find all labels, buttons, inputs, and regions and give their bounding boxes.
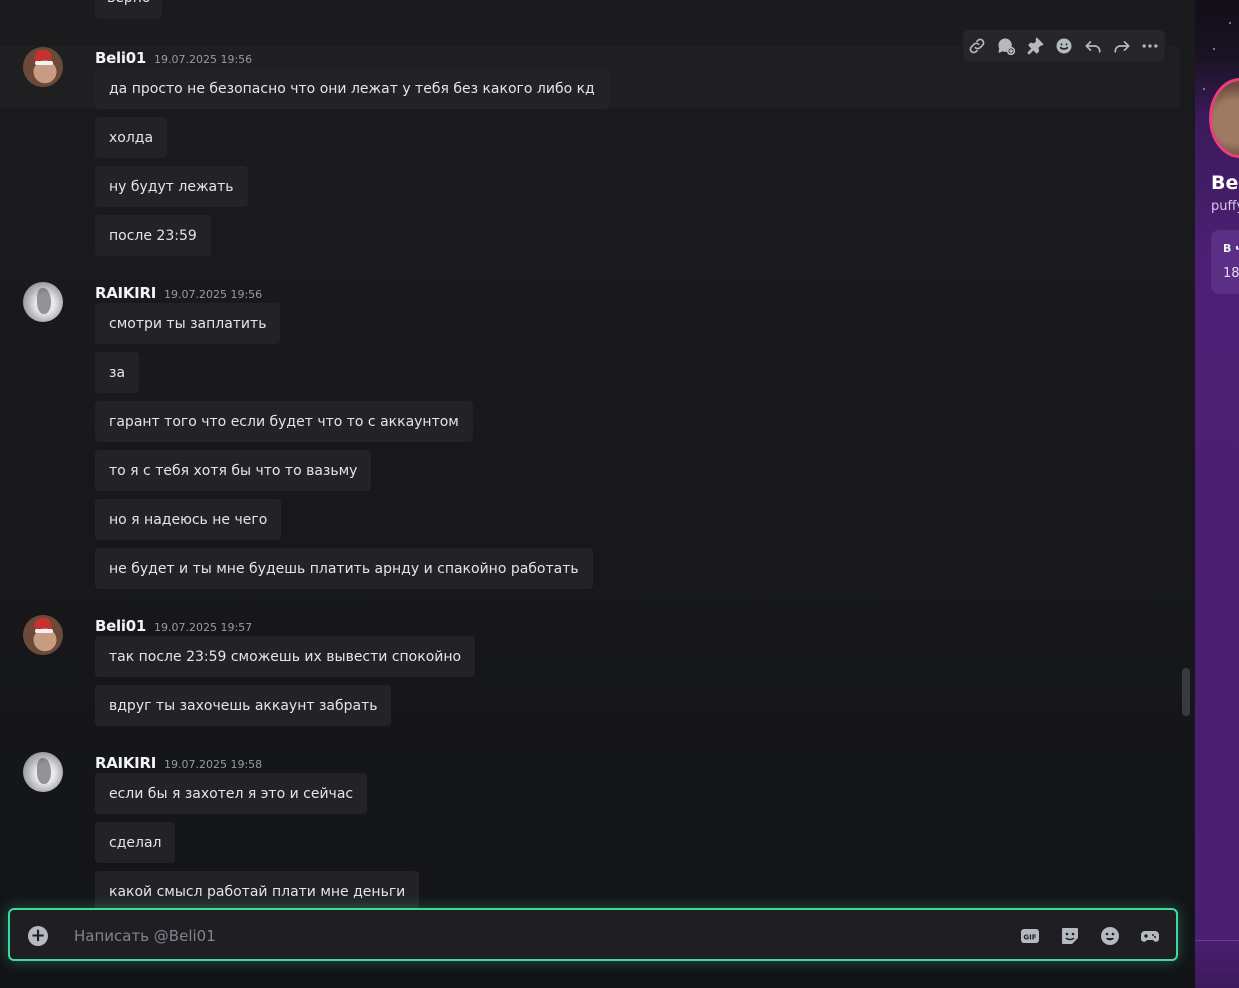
message-actions-toolbar <box>963 30 1165 62</box>
username[interactable]: RAIKIRI <box>95 284 156 302</box>
message-bubble: сделал <box>95 822 176 863</box>
message-bubble: смотри ты заплатить <box>95 303 281 344</box>
thread-icon[interactable] <box>994 34 1018 58</box>
message-bubble: если бы я захотел я это и сейчас <box>95 773 368 814</box>
emoji-icon[interactable] <box>1052 34 1076 58</box>
divider <box>1195 940 1239 941</box>
partial-message: верно <box>95 0 163 19</box>
profile-sidebar: Bel puffy В ч 18 <box>1195 0 1239 988</box>
message-bubble: после 23:59 <box>95 215 211 256</box>
message-bubble: да просто не безопасно что они лежат у т… <box>95 68 609 109</box>
add-attachment-icon[interactable]: + <box>28 926 48 946</box>
card-value: 18 <box>1223 266 1239 281</box>
pin-icon[interactable] <box>1023 34 1047 58</box>
link-icon[interactable] <box>965 34 989 58</box>
scrollbar-thumb[interactable] <box>1182 668 1190 716</box>
apps-icon[interactable] <box>1140 926 1160 946</box>
message-bubble: вдруг ты захочешь аккаунт забрать <box>95 685 392 726</box>
message-header: RAIKIRI 19.07.2025 19:58 <box>95 754 262 774</box>
gif-icon[interactable]: GIF <box>1020 926 1040 946</box>
timestamp: 19.07.2025 19:57 <box>153 621 253 634</box>
avatar[interactable] <box>23 282 63 322</box>
avatar[interactable] <box>23 615 63 655</box>
card-title: В ч <box>1223 242 1239 255</box>
username[interactable]: Beli01 <box>95 49 146 67</box>
sticker-icon[interactable] <box>1060 926 1080 946</box>
message-bubble: не будет и ты мне будешь платить арнду и… <box>95 548 593 589</box>
message-bubble: ну будут лежать <box>95 166 248 207</box>
profile-avatar[interactable] <box>1209 78 1239 158</box>
emoji-icon[interactable] <box>1100 926 1120 946</box>
more-icon[interactable] <box>1138 34 1162 58</box>
profile-name: Bel <box>1211 172 1239 194</box>
reply-icon[interactable] <box>1081 34 1105 58</box>
message-bubble: гарант того что если будет что то с акка… <box>95 401 473 442</box>
message-composer: + GIF <box>8 908 1178 961</box>
message-bubble: за <box>95 352 140 393</box>
chat-panel: верно Beli01 19.07.2025 19:56 да <box>0 0 1195 988</box>
timestamp: 19.07.2025 19:58 <box>163 758 263 771</box>
profile-info-card: В ч 18 <box>1211 230 1239 294</box>
message-bubble: но я надеюсь не чего <box>95 499 282 540</box>
avatar[interactable] <box>23 47 63 87</box>
message-input[interactable] <box>72 922 976 950</box>
timestamp: 19.07.2025 19:56 <box>153 53 253 66</box>
message-bubble: холда <box>95 117 168 158</box>
message-header: Beli01 19.07.2025 19:56 <box>95 49 252 69</box>
message-header: Beli01 19.07.2025 19:57 <box>95 617 252 637</box>
forward-icon[interactable] <box>1110 34 1134 58</box>
message-bubble: то я с тебя хотя бы что то вазьму <box>95 450 372 491</box>
svg-text:GIF: GIF <box>1023 934 1036 942</box>
timestamp: 19.07.2025 19:56 <box>163 288 263 301</box>
avatar[interactable] <box>23 752 63 792</box>
message-bubble: какой смысл работай плати мне деньги <box>95 871 420 912</box>
message-bubble: так после 23:59 сможешь их вывести споко… <box>95 636 476 677</box>
message-header: RAIKIRI 19.07.2025 19:56 <box>95 284 262 304</box>
profile-username: puffy <box>1211 199 1239 214</box>
username[interactable]: RAIKIRI <box>95 754 156 772</box>
username[interactable]: Beli01 <box>95 617 146 635</box>
